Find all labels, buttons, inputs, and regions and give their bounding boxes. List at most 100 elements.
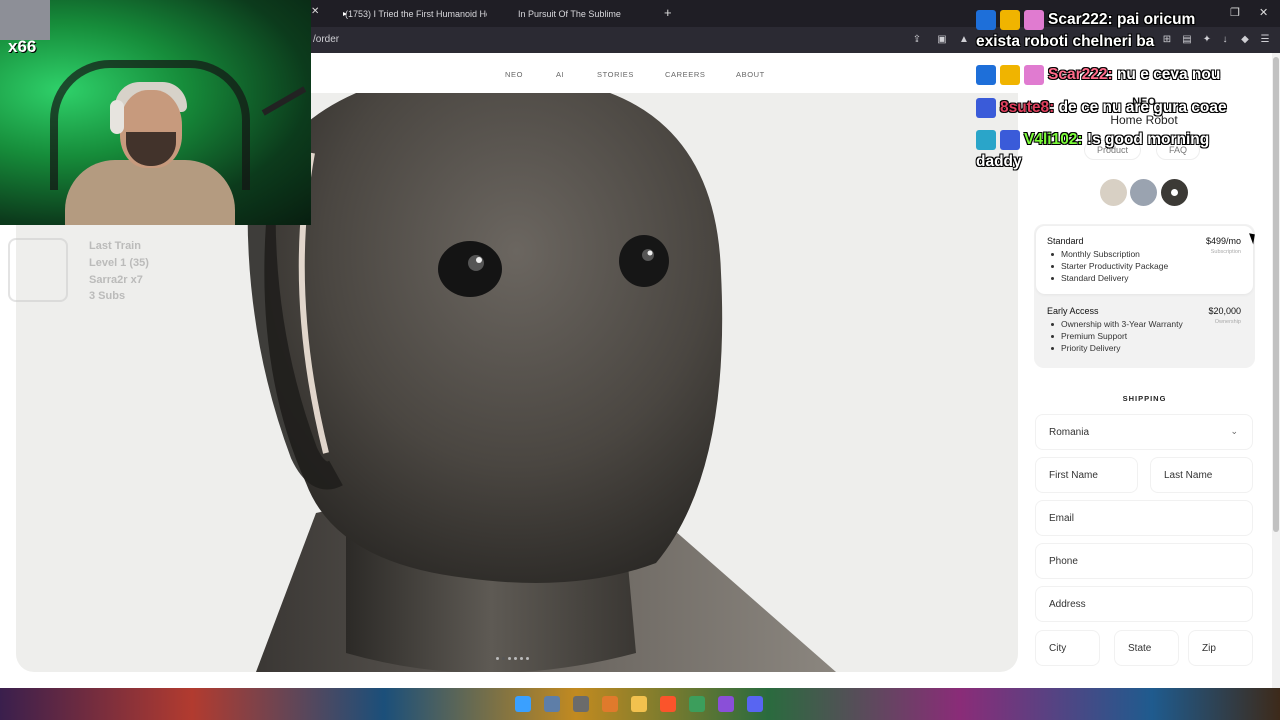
chat-username: Scar222: [1048,66,1113,84]
country-value: Romania [1049,426,1090,438]
badge-icon [976,10,996,30]
plan-feature: Ownership with 3-Year Warranty [1051,319,1183,329]
zip-field[interactable]: Zip [1188,630,1253,666]
address-placeholder: Address [1049,598,1086,610]
carousel-dot[interactable] [514,657,517,660]
close-tab-icon[interactable]: ✕ [311,6,319,17]
download-icon[interactable]: ↓ [1218,33,1232,47]
nav-link-careers[interactable]: CAREERS [665,70,705,79]
color-swatch-beige[interactable] [1100,179,1127,206]
plan-name: Standard [1047,236,1084,246]
chat-text: de ce nu are gura coae [1058,99,1227,117]
first-name-placeholder: First Name [1049,469,1098,481]
carousel-dot[interactable] [520,657,523,660]
microphone-arm [261,86,307,116]
plan-price: $20,000 [1208,306,1241,316]
plan-price: $499/mo [1205,236,1241,246]
close-window-icon[interactable]: ✕ [1259,6,1268,19]
rewards-icon[interactable]: ▲ [957,33,971,47]
emote-icon [1024,65,1044,85]
chat-message: V4li102: !s good morning [976,130,1209,150]
plan-note: Subscription [1210,249,1241,255]
app-icon[interactable] [718,696,734,712]
city-field[interactable]: City [1035,630,1100,666]
country-select[interactable]: Romania ⌄ [1035,414,1253,450]
widget-level: Level 1 (35) [89,257,149,269]
carousel-dot[interactable] [508,657,511,660]
new-tab-button[interactable]: + [664,5,672,20]
streamer-body [65,160,235,225]
chat-message: 8sute8: de ce nu are gura coae [976,98,1227,118]
chat-username: 8sute8: [1000,99,1055,117]
crown-icon [1000,65,1020,85]
url-field[interactable]: /order [313,34,339,45]
chat-text: nu e ceva nou [1116,66,1221,84]
app-icon[interactable] [689,696,705,712]
viewer-counter: x66 [8,37,37,56]
carousel-dots[interactable] [496,657,529,660]
chat-text: pai oricum [1116,11,1196,29]
windows-start-icon[interactable] [515,696,531,712]
tab-label: In Pursuit Of The Sublime [518,8,621,19]
state-placeholder: State [1128,642,1152,654]
sidebar-icon[interactable]: ▤ [1180,33,1194,47]
puzzle-icon[interactable]: ✦ [1200,33,1214,47]
headphones [110,100,124,134]
share-icon[interactable]: ⇪ [910,33,924,47]
plan-feature: Monthly Subscription [1051,249,1140,259]
menu-icon[interactable]: ☰ [1258,33,1272,47]
nav-link-about[interactable]: ABOUT [736,70,765,79]
brave-browser-icon[interactable] [660,696,676,712]
phone-placeholder: Phone [1049,555,1078,567]
plan-name: Early Access [1047,306,1099,316]
state-field[interactable]: State [1114,630,1179,666]
carousel-dot-active[interactable] [502,657,505,660]
app-icon[interactable] [602,696,618,712]
widget-top: Sarra2r x7 [89,274,143,286]
tab-label: (1753) I Tried the First Humanoid Ho [345,8,487,19]
carousel-dot[interactable] [526,657,529,660]
crown-icon [1000,10,1020,30]
restore-window-icon[interactable]: ❐ [1230,6,1240,19]
carousel-dot[interactable] [496,657,499,660]
emote-icon [1000,130,1020,150]
plan-feature: Premium Support [1051,331,1127,341]
address-field[interactable]: Address [1035,586,1253,622]
tab-youtube[interactable]: (1753) I Tried the First Humanoid Ho [339,4,487,23]
color-swatch-dark-selected[interactable] [1161,179,1188,206]
scrollbar-thumb[interactable] [1273,57,1279,532]
first-name-field[interactable]: First Name [1035,457,1138,493]
train-icon [8,238,68,302]
chevron-down-icon: ⌄ [1230,426,1238,436]
nav-link-neo[interactable]: NEO [505,70,523,79]
nav-link-stories[interactable]: STORIES [597,70,634,79]
shipping-heading: SHIPPING [1122,394,1167,403]
phone-field[interactable]: Phone [1035,543,1253,579]
file-explorer-icon[interactable] [631,696,647,712]
badge-icon [976,130,996,150]
chat-message-continued: daddy [976,153,1022,170]
widget-title: Last Train [89,240,141,252]
email-field[interactable]: Email [1035,500,1253,536]
webcam-overlay: x66 [0,0,311,225]
chat-message: Scar222: nu e ceva nou [976,65,1220,85]
extensions-icon[interactable]: ⊞ [1160,33,1174,47]
plan-note: Ownership [1214,319,1241,325]
wallet-icon[interactable]: ◆ [1238,33,1252,47]
color-swatch-gray[interactable] [1130,179,1157,206]
chat-username: Scar222: [1048,11,1113,29]
email-placeholder: Email [1049,512,1075,524]
tab-sublime[interactable]: In Pursuit Of The Sublime [518,4,658,23]
app-icon[interactable] [573,696,589,712]
zip-placeholder: Zip [1202,642,1216,654]
plan-feature: Priority Delivery [1051,343,1121,353]
brave-shield-icon[interactable]: ▣ [935,33,949,47]
badge-icon [976,65,996,85]
chat-message-continued: exista roboti chelneri ba [976,33,1155,50]
discord-icon[interactable] [747,696,763,712]
last-name-field[interactable]: Last Name [1150,457,1253,493]
chat-message: Scar222: pai oricum [976,10,1195,30]
nav-link-ai[interactable]: AI [556,70,564,79]
chat-username: V4li102: [1024,131,1083,149]
task-view-icon[interactable] [544,696,560,712]
